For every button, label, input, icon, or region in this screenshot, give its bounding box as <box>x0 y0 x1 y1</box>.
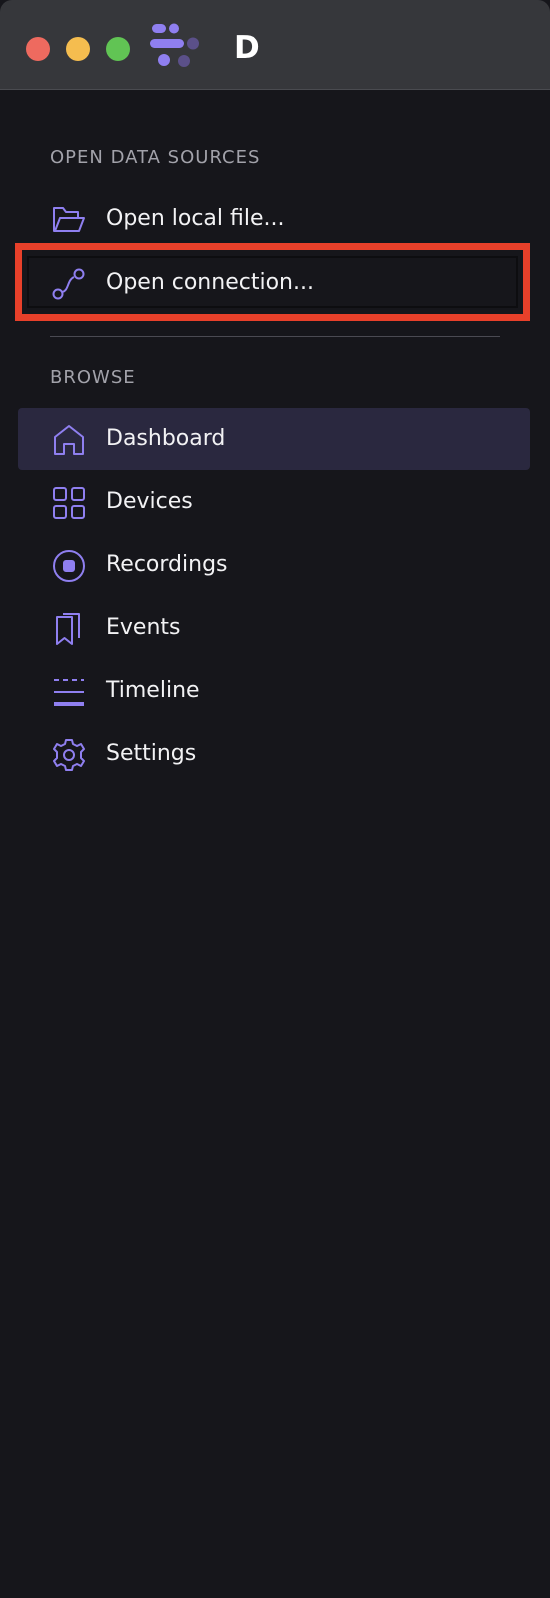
sidebar-item-dashboard[interactable]: Dashboard <box>18 408 530 470</box>
sidebar-item-recordings[interactable]: Recordings <box>18 534 530 596</box>
record-icon <box>52 549 86 583</box>
events-label: Events <box>106 615 181 640</box>
connection-icon <box>52 267 86 301</box>
bookmarks-icon <box>52 612 86 646</box>
minimize-window-button[interactable] <box>66 37 90 61</box>
sidebar-item-events[interactable]: Events <box>18 597 530 659</box>
browse-heading: BROWSE <box>50 367 136 388</box>
devices-label: Devices <box>106 489 193 514</box>
settings-label: Settings <box>106 741 197 766</box>
dashboard-label: Dashboard <box>106 426 226 451</box>
maximize-window-button[interactable] <box>106 37 130 61</box>
close-window-button[interactable] <box>26 37 50 61</box>
open-connection-label: Open connection... <box>106 270 314 295</box>
sidebar-item-timeline[interactable]: Timeline <box>18 660 530 722</box>
grid-icon <box>52 486 86 520</box>
home-icon <box>52 423 86 457</box>
timeline-label: Timeline <box>106 678 200 703</box>
app-window: D OPEN DATA SOURCES Open local file... O… <box>0 0 550 1598</box>
timeline-icon <box>52 675 86 709</box>
open-local-file-label: Open local file... <box>106 206 285 231</box>
open-local-file-item[interactable]: Open local file... <box>18 188 530 250</box>
app-logo-icon <box>150 22 206 70</box>
gear-icon <box>52 738 86 772</box>
folder-open-icon <box>52 203 86 237</box>
sidebar-item-settings[interactable]: Settings <box>18 723 530 785</box>
title-bar: D <box>0 0 550 90</box>
app-title: D <box>234 30 260 66</box>
sidebar-item-devices[interactable]: Devices <box>18 471 530 533</box>
open-data-sources-heading: OPEN DATA SOURCES <box>50 147 261 168</box>
section-divider <box>50 336 500 337</box>
open-connection-item[interactable]: Open connection... <box>18 252 530 314</box>
recordings-label: Recordings <box>106 552 228 577</box>
